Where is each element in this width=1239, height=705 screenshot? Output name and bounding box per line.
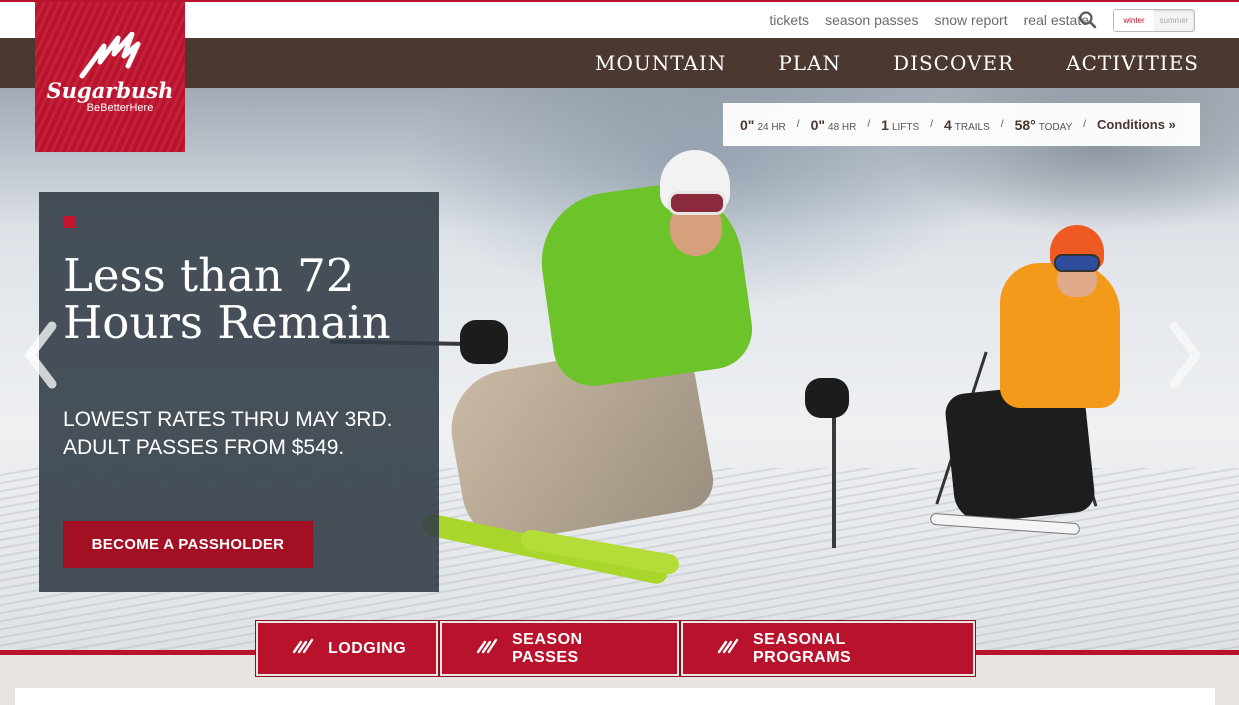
sugarbush-mark-icon [717, 638, 739, 659]
utility-bar: tickets season passes snow report real e… [0, 2, 1239, 38]
skier-glove [805, 378, 849, 418]
quick-link-lodging[interactable]: LODGING [255, 620, 439, 677]
quick-link-label: SEASON PASSES [512, 630, 583, 666]
lifts-unit: LIFTS [891, 121, 920, 133]
logo-name: Sugarbush [46, 78, 174, 103]
skier-goggles [1054, 254, 1100, 272]
utility-link-tickets[interactable]: tickets [769, 12, 809, 28]
promo-panel: Less than 72 Hours Remain Lowest rates t… [39, 192, 439, 592]
chevron-right-icon[interactable] [1168, 320, 1204, 390]
nav-item-mountain[interactable]: MOUNTAIN [595, 51, 726, 75]
skier-goggles [668, 191, 726, 215]
conditions-link[interactable]: Conditions » [1097, 117, 1176, 132]
season-toggle-summer[interactable]: summer [1154, 10, 1194, 31]
trails-open: 4 TRAILS [944, 117, 990, 133]
skier-face [1057, 271, 1097, 297]
promo-marker [63, 216, 75, 228]
promo-subtitle: Lowest rates thru May 3rd. Adult passes … [63, 408, 393, 459]
snow-48hr-value: 0" [810, 116, 826, 133]
snow-24hr-value: 0" [740, 116, 755, 133]
chevron-left-icon[interactable] [22, 320, 58, 390]
temperature-unit: TODAY [1038, 121, 1073, 133]
content-card [15, 688, 1215, 705]
snow-24hr: 0" 24 HR [740, 117, 786, 133]
lifts-open: 1 LIFTS [881, 117, 919, 133]
utility-link-snow-report[interactable]: snow report [934, 12, 1007, 28]
sugarbush-mark-icon [476, 638, 498, 659]
trails-unit: TRAILS [954, 121, 990, 133]
season-toggle[interactable]: winter summer [1113, 9, 1195, 32]
nav-item-discover[interactable]: DISCOVER [893, 51, 1014, 75]
search-icon[interactable] [1078, 10, 1098, 30]
quick-link-label: LODGING [328, 639, 407, 657]
separator: / [1083, 119, 1087, 130]
nav-item-plan[interactable]: PLAN [778, 51, 841, 75]
season-toggle-winter[interactable]: winter [1114, 10, 1154, 31]
separator: / [867, 119, 871, 130]
sugarbush-logo[interactable]: Sugarbush BeBetterHere [35, 2, 185, 152]
mountain-logo-icon [79, 32, 141, 79]
main-nav: MOUNTAIN PLAN DISCOVER ACTIVITIES [0, 38, 1239, 88]
utility-links: tickets season passes snow report real e… [769, 2, 1089, 38]
temperature-value: 58° [1014, 116, 1036, 133]
conditions-bar: 0" 24 HR / 0" 48 HR / 1 LIFTS / 4 TRAILS… [723, 103, 1200, 146]
snow-24hr-unit: 24 HR [757, 121, 786, 133]
ski-pole [832, 408, 836, 548]
lifts-value: 1 [881, 116, 889, 133]
trails-value: 4 [943, 116, 952, 133]
temperature-today: 58° TODAY [1015, 117, 1073, 133]
become-passholder-button[interactable]: BECOME A PASSHOLDER [63, 521, 313, 568]
quick-link-season-passes[interactable]: SEASON PASSES [439, 620, 680, 677]
sugarbush-mark-icon [292, 638, 314, 659]
quick-links: LODGING SEASON PASSES SEASONAL PROGRAMS [255, 620, 976, 677]
skier-glove [460, 320, 508, 364]
separator: / [930, 119, 933, 130]
logo-tagline: BeBetterHere [86, 102, 154, 114]
utility-link-season-passes[interactable]: season passes [825, 12, 918, 28]
promo-title: Less than 72 Hours Remain [63, 249, 391, 349]
quick-link-label: SEASONAL PROGRAMS [753, 630, 852, 666]
separator: / [796, 119, 800, 130]
nav-item-activities[interactable]: ACTIVITIES [1066, 51, 1199, 75]
snow-48hr-unit: 48 HR [828, 121, 857, 133]
snow-48hr: 0" 48 HR [811, 117, 857, 133]
quick-link-seasonal-programs[interactable]: SEASONAL PROGRAMS [680, 620, 976, 677]
separator: / [1000, 119, 1004, 130]
